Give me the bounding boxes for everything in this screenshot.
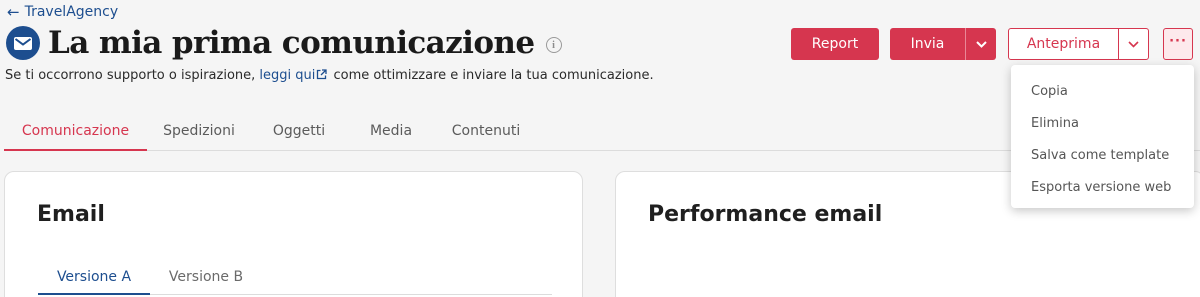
tab-versione-b[interactable]: Versione B: [150, 257, 262, 295]
report-button[interactable]: Report: [791, 28, 879, 60]
invia-options-button[interactable]: [965, 28, 996, 60]
ellipsis-icon: ···: [1169, 34, 1187, 49]
info-icon[interactable]: i: [545, 37, 562, 53]
envelope-icon: [6, 26, 40, 60]
chevron-down-icon: [975, 40, 987, 48]
external-link-icon[interactable]: [316, 69, 328, 84]
more-actions-menu: Copia Elimina Salva come template Esport…: [1011, 65, 1194, 208]
page-subtitle: Se ti occorrono supporto o ispirazione, …: [5, 68, 654, 84]
anteprima-options-button[interactable]: [1118, 28, 1149, 60]
breadcrumb[interactable]: ← TravelAgency: [7, 4, 118, 20]
chevron-down-icon: [1128, 40, 1139, 48]
page-title: La mia prima comunicazione: [48, 25, 535, 61]
menu-item-esporta-web[interactable]: Esporta versione web: [1011, 171, 1194, 203]
email-card-title: Email: [37, 202, 105, 227]
menu-item-salva-template[interactable]: Salva come template: [1011, 139, 1194, 171]
subtitle-text-end: come ottimizzare e inviare la tua comuni…: [329, 68, 654, 83]
menu-item-elimina[interactable]: Elimina: [1011, 107, 1194, 139]
title-row: La mia prima comunicazione i: [6, 25, 562, 61]
performance-card-title: Performance email: [648, 202, 883, 227]
tab-comunicazione[interactable]: Comunicazione: [4, 110, 147, 151]
more-actions-button[interactable]: ···: [1163, 28, 1193, 60]
breadcrumb-label: TravelAgency: [24, 4, 119, 20]
tab-spedizioni[interactable]: Spedizioni: [147, 110, 251, 151]
version-tabs: Versione A Versione B: [38, 257, 552, 295]
invia-button[interactable]: Invia: [890, 28, 965, 60]
arrow-left-icon: ←: [7, 2, 20, 21]
help-link[interactable]: leggi qui: [259, 68, 315, 83]
tab-contenuti[interactable]: Contenuti: [435, 110, 537, 151]
subtitle-text: Se ti occorrono supporto o ispirazione,: [5, 68, 260, 83]
tab-oggetti[interactable]: Oggetti: [251, 110, 347, 151]
menu-item-copia[interactable]: Copia: [1011, 75, 1194, 107]
tab-versione-a[interactable]: Versione A: [38, 257, 150, 295]
email-card: Email Versione A Versione B: [4, 171, 583, 297]
anteprima-button[interactable]: Anteprima: [1008, 28, 1119, 60]
tab-media[interactable]: Media: [347, 110, 435, 151]
